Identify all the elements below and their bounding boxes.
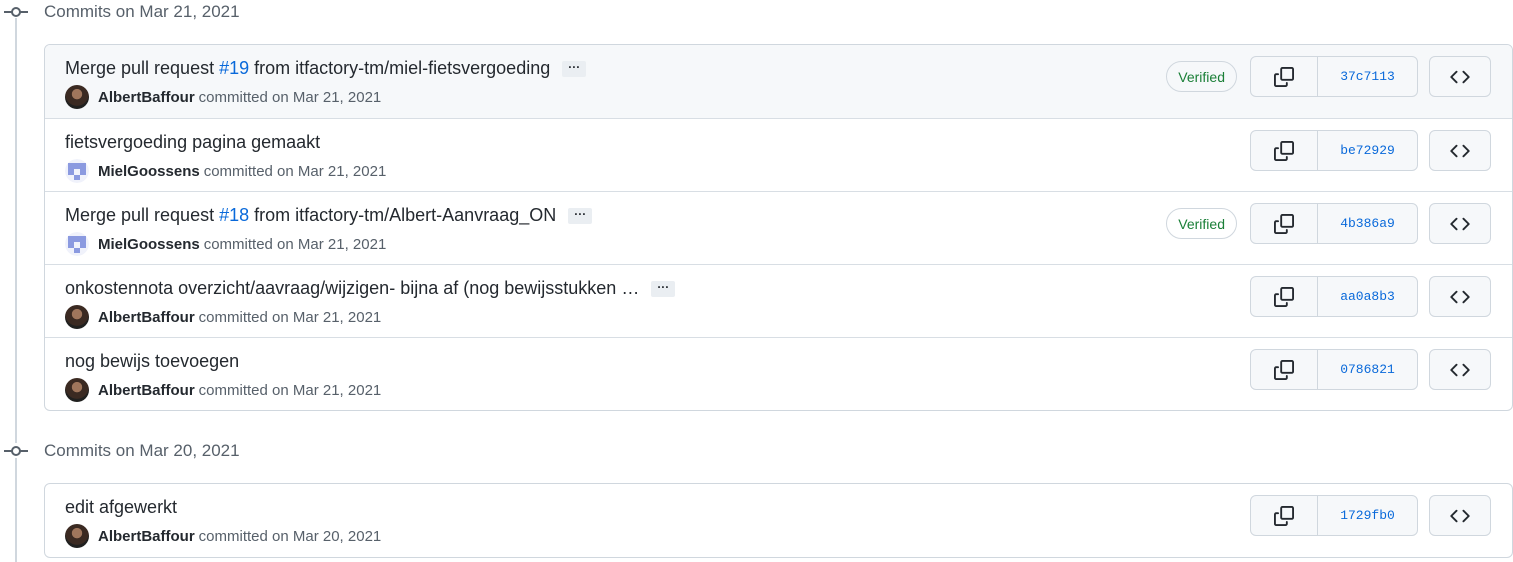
copy-sha-button[interactable]: [1251, 496, 1318, 535]
commit-actions: 0786821: [1250, 349, 1418, 390]
commit-date: committed on Mar 21, 2021: [203, 235, 387, 253]
commit-row: edit afgewerkt AlbertBaffour committed o…: [45, 484, 1512, 557]
copy-sha-button[interactable]: [1251, 277, 1318, 316]
group-title: Commits on Mar 20, 2021: [44, 441, 240, 460]
commit-sha-link[interactable]: 37c7113: [1318, 57, 1417, 96]
commit-meta: AlbertBaffour committed on Mar 20, 2021: [65, 524, 381, 548]
commit-row: nog bewijs toevoegen AlbertBaffour commi…: [45, 337, 1512, 410]
author-link[interactable]: AlbertBaffour: [98, 309, 195, 326]
commit-meta: AlbertBaffour committed on Mar 21, 2021: [65, 378, 381, 402]
browse-repo-button[interactable]: [1429, 495, 1491, 536]
browse-repo-button[interactable]: [1429, 56, 1491, 97]
avatar[interactable]: [65, 378, 89, 402]
commit-date: committed on Mar 20, 2021: [198, 527, 382, 545]
avatar[interactable]: [65, 85, 89, 109]
code-icon: [1450, 290, 1470, 303]
browse-repo-button[interactable]: [1429, 203, 1491, 244]
commit-sha-link[interactable]: aa0a8b3: [1318, 277, 1417, 316]
commit-meta: MielGoossens committed on Mar 21, 2021: [65, 232, 386, 256]
commit-meta: AlbertBaffour committed on Mar 21, 2021: [65, 305, 381, 329]
avatar[interactable]: [65, 232, 89, 256]
copy-sha-button[interactable]: [1251, 131, 1318, 170]
commit-sha-link[interactable]: 4b386a9: [1318, 204, 1417, 243]
commit-message[interactable]: Merge pull request #18 from itfactory-tm…: [65, 205, 593, 226]
browse-repo-button[interactable]: [1429, 276, 1491, 317]
commit-meta: AlbertBaffour committed on Mar 21, 2021: [65, 85, 381, 109]
copy-icon: [1274, 505, 1294, 526]
timeline-line: [15, 458, 17, 562]
commit-message-text[interactable]: from itfactory-tm/Albert-Aanvraag_ON: [254, 205, 556, 226]
avatar[interactable]: [65, 305, 89, 329]
author-link[interactable]: AlbertBaffour: [98, 382, 195, 399]
copy-sha-button[interactable]: [1251, 57, 1318, 96]
code-icon: [1450, 363, 1470, 376]
copy-icon: [1274, 140, 1294, 161]
verified-badge[interactable]: Verified: [1166, 208, 1237, 239]
browse-repo-button[interactable]: [1429, 349, 1491, 390]
commit-message[interactable]: onkostennota overzicht/aavraag/wijzigen-…: [65, 278, 676, 299]
commit-actions: be72929: [1250, 130, 1418, 171]
browse-repo-button[interactable]: [1429, 130, 1491, 171]
pull-request-link[interactable]: #18: [219, 205, 249, 226]
commit-sha-link[interactable]: 0786821: [1318, 350, 1417, 389]
commit-row: onkostennota overzicht/aavraag/wijzigen-…: [45, 264, 1512, 337]
group-title: Commits on Mar 21, 2021: [44, 2, 240, 21]
author-link[interactable]: MielGoossens: [98, 236, 200, 253]
commit-date: committed on Mar 21, 2021: [198, 381, 382, 399]
commit-row: Merge pull request #19 from itfactory-tm…: [45, 45, 1512, 118]
commit-message-text[interactable]: edit afgewerkt: [65, 497, 177, 518]
commit-date: committed on Mar 21, 2021: [198, 88, 382, 106]
pull-request-link[interactable]: #19: [219, 58, 249, 79]
commit-list: Merge pull request #19 from itfactory-tm…: [44, 44, 1513, 411]
commit-message-text[interactable]: Merge pull request: [65, 58, 214, 79]
avatar[interactable]: [65, 524, 89, 548]
commit-group-header: Commits on Mar 20, 2021: [0, 439, 240, 463]
commit-message[interactable]: Merge pull request #19 from itfactory-tm…: [65, 58, 587, 79]
expand-message-button[interactable]: ···: [651, 280, 676, 297]
commit-meta: MielGoossens committed on Mar 21, 2021: [65, 159, 386, 183]
commit-date: committed on Mar 21, 2021: [198, 308, 382, 326]
commit-list: edit afgewerkt AlbertBaffour committed o…: [44, 483, 1513, 558]
commit-message[interactable]: nog bewijs toevoegen: [65, 351, 239, 372]
commit-message-text[interactable]: nog bewijs toevoegen: [65, 351, 239, 372]
avatar[interactable]: [65, 159, 89, 183]
copy-sha-button[interactable]: [1251, 350, 1318, 389]
copy-icon: [1274, 359, 1294, 380]
git-commit-icon: [0, 439, 32, 463]
commit-actions: 4b386a9: [1250, 203, 1418, 244]
expand-message-button[interactable]: ···: [568, 207, 593, 224]
commit-group-header: Commits on Mar 21, 2021: [0, 0, 240, 24]
commit-actions: 1729fb0: [1250, 495, 1418, 536]
copy-sha-button[interactable]: [1251, 204, 1318, 243]
commit-message-text[interactable]: fietsvergoeding pagina gemaakt: [65, 132, 320, 153]
commit-message-text[interactable]: Merge pull request: [65, 205, 214, 226]
verified-badge[interactable]: Verified: [1166, 61, 1237, 92]
author-link[interactable]: AlbertBaffour: [98, 89, 195, 106]
code-icon: [1450, 70, 1470, 83]
commit-message[interactable]: edit afgewerkt: [65, 497, 177, 518]
commit-sha-link[interactable]: 1729fb0: [1318, 496, 1417, 535]
commit-row: fietsvergoeding pagina gemaakt MielGooss…: [45, 118, 1512, 191]
author-link[interactable]: AlbertBaffour: [98, 528, 195, 545]
code-icon: [1450, 144, 1470, 157]
commit-sha-link[interactable]: be72929: [1318, 131, 1417, 170]
author-link[interactable]: MielGoossens: [98, 163, 200, 180]
expand-message-button[interactable]: ···: [562, 60, 587, 77]
timeline-line: [15, 18, 17, 443]
code-icon: [1450, 509, 1470, 522]
commit-message-text[interactable]: onkostennota overzicht/aavraag/wijzigen-…: [65, 278, 639, 299]
commit-date: committed on Mar 21, 2021: [203, 162, 387, 180]
commit-row: Merge pull request #18 from itfactory-tm…: [45, 191, 1512, 264]
git-commit-icon: [0, 0, 32, 24]
commit-actions: 37c7113: [1250, 56, 1418, 97]
commit-message[interactable]: fietsvergoeding pagina gemaakt: [65, 132, 320, 153]
commit-message-text[interactable]: from itfactory-tm/miel-fietsvergoeding: [254, 58, 550, 79]
copy-icon: [1274, 286, 1294, 307]
copy-icon: [1274, 213, 1294, 234]
copy-icon: [1274, 66, 1294, 87]
code-icon: [1450, 217, 1470, 230]
commit-actions: aa0a8b3: [1250, 276, 1418, 317]
